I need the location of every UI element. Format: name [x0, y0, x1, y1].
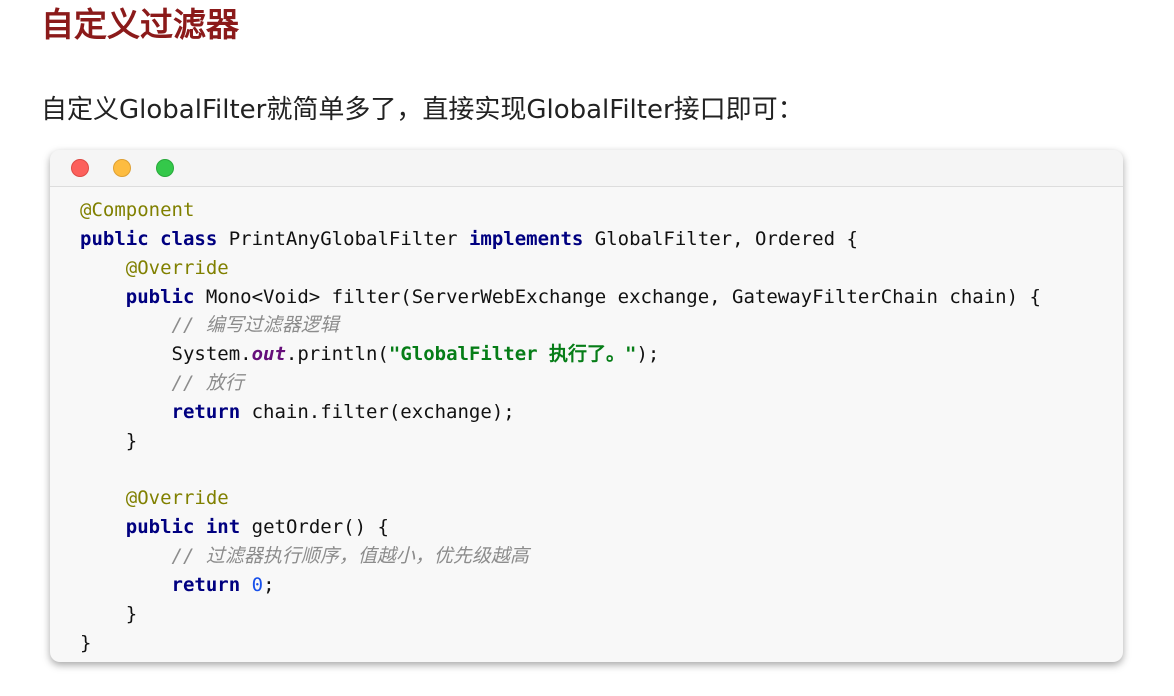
- code-token: .println(: [285, 343, 389, 366]
- code-line: }: [80, 629, 1041, 658]
- code-token: public: [125, 516, 195, 539]
- code-line: return chain.filter(exchange);: [80, 398, 1041, 427]
- code-window-title-bar: [50, 150, 1123, 187]
- code-token: "GlobalFilter 执行了。": [388, 343, 637, 366]
- code-line: public Mono<Void> filter(ServerWebExchan…: [80, 283, 1041, 312]
- maximize-dot-icon: [156, 159, 174, 177]
- code-line: public int getOrder() {: [80, 513, 1041, 542]
- code-token: @Component: [80, 199, 195, 221]
- code-token: // 放行: [171, 372, 244, 395]
- code-block: @Component public class PrintAnyGlobalFil…: [50, 150, 1123, 662]
- code-line: System.out.println("GlobalFilter 执行了。");: [80, 340, 1041, 369]
- code-line: @Override: [80, 254, 1041, 283]
- code-line: }: [80, 600, 1041, 629]
- code-token: System.: [171, 343, 252, 366]
- section-heading: 自定义过滤器: [41, 5, 239, 44]
- code-line: // 过滤器执行顺序，值越小，优先级越高: [80, 542, 1041, 571]
- code-line: @Component: [80, 196, 1041, 225]
- code-token: }: [80, 631, 92, 654]
- code-token: return: [171, 573, 241, 596]
- code-token: // 编写过滤器逻辑: [171, 314, 339, 337]
- code-line: return 0;: [80, 571, 1041, 600]
- code-line: public class PrintAnyGlobalFilter implem…: [80, 225, 1041, 254]
- code-token: }: [125, 602, 138, 625]
- code-token: int: [205, 516, 241, 539]
- code-line: // 放行: [80, 369, 1041, 398]
- code-line: @Override: [80, 484, 1041, 513]
- code-token: chain.filter(exchange);: [240, 400, 515, 423]
- code-token: class: [160, 227, 218, 250]
- minimize-dot-icon: [113, 159, 131, 177]
- code-token: // 过滤器执行顺序，值越小，优先级越高: [171, 545, 529, 568]
- code-token: GlobalFilter, Ordered {: [583, 227, 858, 250]
- code-token: @Override: [125, 487, 229, 510]
- code-token: implements: [468, 227, 584, 250]
- code-token: getOrder() {: [240, 516, 389, 539]
- code-token: );: [636, 343, 660, 366]
- code-token: 0: [251, 573, 264, 596]
- code-body[interactable]: @Component public class PrintAnyGlobalFil…: [80, 196, 1041, 658]
- intro-paragraph: 自定义GlobalFilter就简单多了，直接实现GlobalFilter接口即…: [41, 95, 804, 125]
- code-token: @Override: [125, 256, 229, 279]
- code-token: return: [171, 400, 241, 423]
- code-token: out: [251, 343, 286, 366]
- close-dot-icon: [71, 159, 89, 177]
- code-line: // 编写过滤器逻辑: [80, 311, 1041, 340]
- code-token: PrintAnyGlobalFilter: [217, 227, 469, 250]
- code-line: }: [80, 427, 1041, 456]
- code-token: Mono<Void> filter(ServerWebExchange exch…: [194, 285, 1041, 308]
- code-token: }: [125, 429, 138, 452]
- code-token: public: [125, 285, 195, 308]
- code-token: ;: [263, 573, 275, 596]
- code-token: public: [80, 227, 149, 250]
